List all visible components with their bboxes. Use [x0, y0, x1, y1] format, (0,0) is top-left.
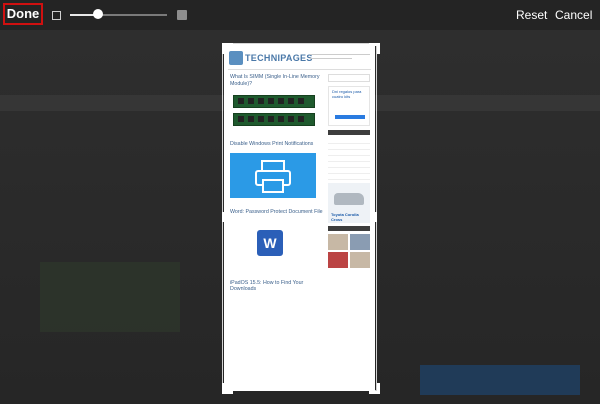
crop-corner-handle[interactable]	[369, 383, 380, 394]
size-slider-thumb[interactable]	[93, 9, 103, 19]
done-button[interactable]: Done	[3, 3, 43, 25]
cancel-button[interactable]: Cancel	[555, 8, 592, 22]
crop-frame[interactable]	[222, 43, 377, 391]
size-slider[interactable]	[70, 14, 167, 16]
crop-left-handle[interactable]	[222, 212, 225, 222]
crop-corner-handle[interactable]	[369, 43, 380, 54]
large-size-icon	[177, 10, 187, 20]
blurred-button	[420, 365, 580, 395]
blurred-region	[40, 262, 180, 332]
small-size-icon	[52, 11, 61, 20]
crop-corner-handle[interactable]	[222, 383, 233, 394]
crop-right-handle[interactable]	[374, 212, 377, 222]
reset-button[interactable]: Reset	[516, 8, 547, 22]
crop-corner-handle[interactable]	[222, 43, 233, 54]
markup-toolbar: Done Reset Cancel	[0, 0, 600, 30]
